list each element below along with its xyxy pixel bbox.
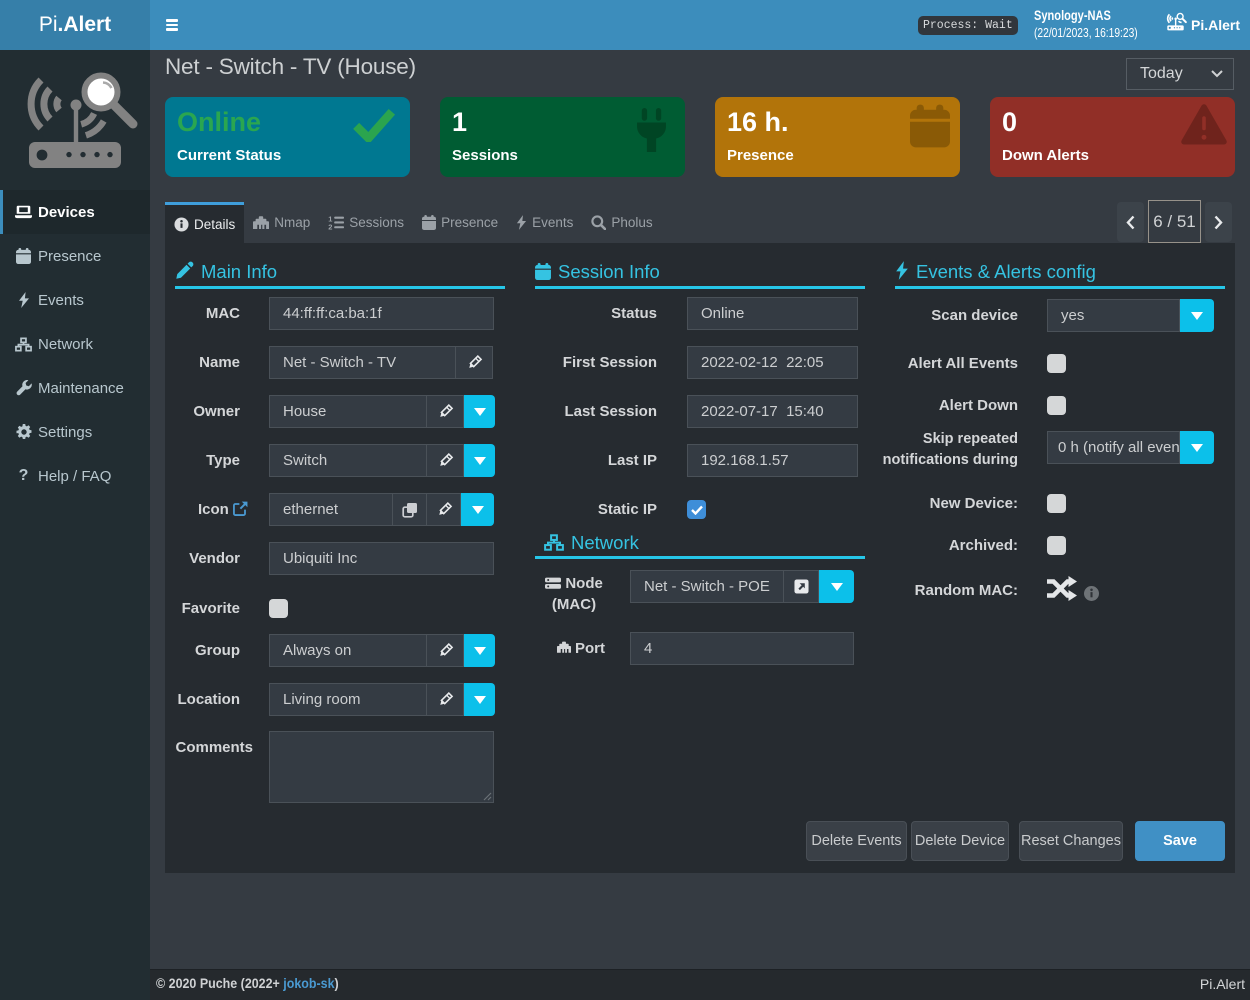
- svg-text:2: 2: [328, 223, 332, 230]
